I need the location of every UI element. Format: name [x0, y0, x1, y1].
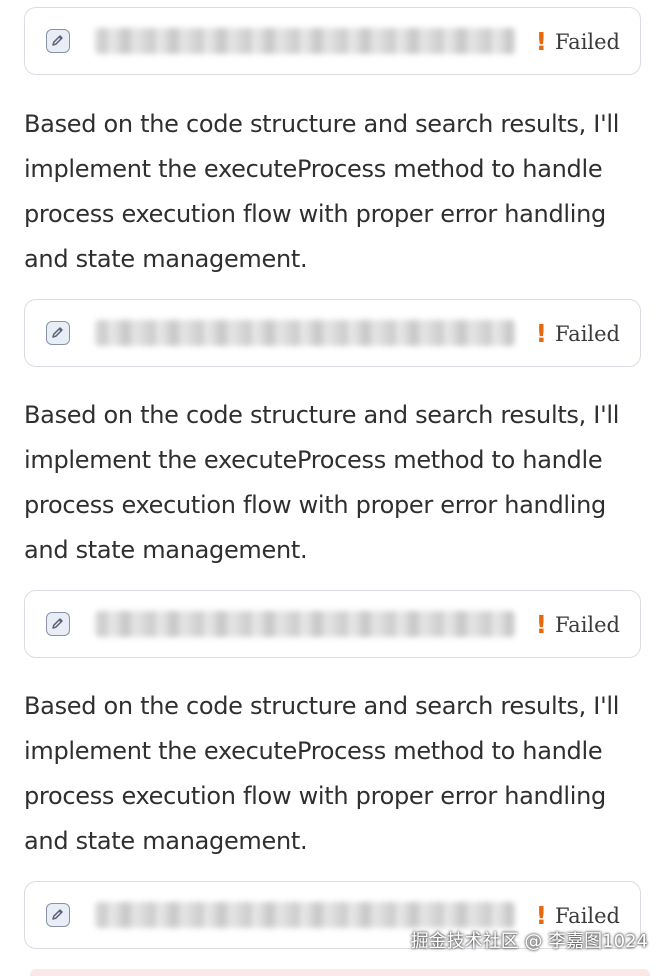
redacted-file-path [95, 320, 515, 346]
exclamation-icon: ! [535, 901, 548, 930]
redacted-file-path [95, 902, 515, 928]
exclamation-icon: ! [535, 319, 548, 348]
edit-icon[interactable] [46, 612, 70, 636]
chat-stream: ! Failed Based on the code structure and… [0, 0, 670, 976]
watermark: 掘金技术社区 @ 李嘉图1024 [410, 931, 648, 952]
assistant-message: Based on the code structure and search r… [24, 692, 620, 855]
tool-call-card[interactable]: ! Failed [24, 7, 641, 75]
assistant-message: Based on the code structure and search r… [24, 110, 620, 273]
status-label: Failed [555, 30, 620, 54]
edit-icon[interactable] [46, 29, 70, 53]
assistant-message: Based on the code structure and search r… [24, 401, 620, 564]
status-indicator: ! Failed [536, 27, 620, 57]
status-indicator: ! Failed [536, 319, 620, 349]
tool-call-card[interactable]: ! Failed [24, 299, 641, 367]
tool-call-card[interactable]: ! Failed [24, 590, 641, 658]
exclamation-icon: ! [535, 610, 548, 639]
status-indicator: ! Failed [536, 610, 620, 640]
exclamation-icon: ! [535, 27, 548, 56]
status-indicator: ! Failed [536, 901, 620, 931]
edit-icon[interactable] [46, 321, 70, 345]
next-card-edge [30, 969, 650, 976]
status-label: Failed [555, 613, 620, 637]
status-label: Failed [555, 322, 620, 346]
redacted-file-path [95, 28, 515, 54]
edit-icon[interactable] [46, 903, 70, 927]
redacted-file-path [95, 611, 515, 637]
status-label: Failed [555, 904, 620, 928]
